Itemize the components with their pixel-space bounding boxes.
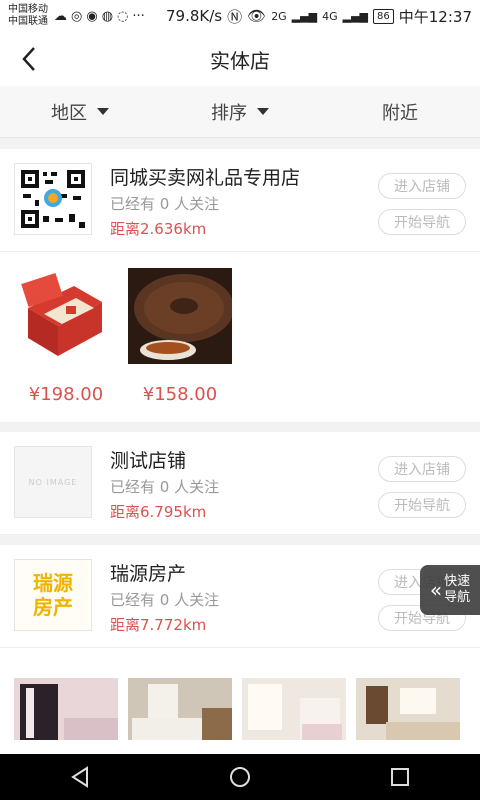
quick-nav-button[interactable]: « 快速 导航 [420,565,480,615]
store-card: 瑞源 房产 瑞源房产 已经有 0 人关注 距离7.772km 进入店铺 开始导航 [0,545,480,758]
page-title: 实体店 [210,48,270,73]
product-image-gift-box [14,268,118,364]
net-speed: 79.8K/s [166,7,223,25]
qq-icon: ◍ [101,8,114,24]
carrier-2: 中国联通 [8,16,48,27]
quick-nav-label-1: 快速 [444,574,471,589]
product-price: ¥198.00 [28,384,104,405]
filter-region[interactable]: 地区 [0,86,160,137]
store-distance: 距离6.795km [110,503,207,521]
filter-bar: 地区 排序 附近 [0,86,480,138]
product-item[interactable]: ¥158.00 [128,268,232,405]
double-chevron-left-icon: « [429,578,443,602]
network-2g: 2G [271,9,287,23]
store-name[interactable]: 瑞源房产 [110,559,186,586]
filter-sort-label: 排序 [211,102,247,124]
store-follow-count: 已经有 0 人关注 [110,591,220,609]
weather-icon: ☁ [54,8,67,24]
header: 实体店 [0,32,480,86]
system-nav-bar [0,754,480,800]
carrier-info: 中国移动 中国联通 [8,4,48,28]
store-card: 同城买卖网礼品专用店 已经有 0 人关注 距离2.636km 进入店铺 开始导航 [0,149,480,422]
battery-level: 86 [373,8,394,24]
product-price: ¥158.00 [142,384,218,405]
back-button[interactable] [18,44,42,74]
qr-code-image [17,166,89,232]
ruiyuan-logo-text: 瑞源 房产 [33,571,73,619]
signal-icon-2: ▂▄▆ [342,9,369,23]
no-image-label: NO IMAGE [28,477,78,487]
store-distance: 距离7.772km [110,616,207,634]
status-bar: 中国移动 中国联通 ☁ ◎ ◉ ◍ ◌ ··· 79.8K/s Ⓝ 👁 2G ▂… [0,0,480,32]
signal-icon: ▂▄▆ [291,9,318,23]
house-photo[interactable] [128,678,232,740]
store-logo-qrcode[interactable] [14,163,92,235]
start-navigation-button[interactable]: 开始导航 [378,492,466,518]
clock: 中午12:37 [398,7,472,26]
product-row: ¥198.00 ¥158.00 [0,252,480,422]
store-follow-count: 已经有 0 人关注 [110,195,220,213]
product-image-tea-cake [128,268,232,364]
product-item[interactable]: ¥198.00 [14,268,118,405]
store-follow-count: 已经有 0 人关注 [110,478,220,496]
start-navigation-button[interactable]: 开始导航 [378,209,466,235]
notification-icons: ☁ ◎ ◉ ◍ ◌ ··· [54,9,145,24]
square-recents-icon [391,768,409,786]
wechat-icon: ◎ [71,8,83,24]
store-card: NO IMAGE 测试店铺 已经有 0 人关注 距离6.795km 进入店铺 开… [0,432,480,535]
triangle-back-icon [71,766,88,788]
house-photo[interactable] [14,678,118,740]
more-icon: ··· [132,8,145,24]
filter-sort[interactable]: 排序 [160,86,320,137]
house-photo[interactable] [356,678,460,740]
weibo-icon: ◌ [117,8,129,24]
nav-back-button[interactable] [50,757,110,797]
nav-recents-button[interactable] [370,757,430,797]
filter-nearby-label: 附近 [382,102,418,124]
caret-down-icon [257,108,269,115]
store-distance: 距离2.636km [110,220,207,238]
enter-store-button[interactable]: 进入店铺 [378,456,466,482]
chevron-left-icon [22,47,35,71]
store-name[interactable]: 同城买卖网礼品专用店 [110,163,300,190]
nav-home-button[interactable] [210,757,270,797]
app-icon: ◉ [86,8,98,24]
store-list: 同城买卖网礼品专用店 已经有 0 人关注 距离2.636km 进入店铺 开始导航 [0,149,480,768]
carrier-1: 中国移动 [8,4,48,15]
enter-store-button[interactable]: 进入店铺 [378,173,466,199]
circle-home-icon [230,767,250,787]
quick-nav-label-2: 导航 [444,590,471,605]
network-4g: 4G [322,9,338,23]
store-name[interactable]: 测试店铺 [110,446,186,473]
nfc-icon: Ⓝ [227,7,243,26]
filter-region-label: 地区 [51,102,87,124]
store-logo-placeholder[interactable]: NO IMAGE [14,446,92,518]
filter-nearby[interactable]: 附近 [320,86,480,137]
house-photo-row [0,648,480,758]
eye-icon: 👁 [247,7,267,25]
store-logo-ruiyuan[interactable]: 瑞源 房产 [14,559,92,631]
caret-down-icon [97,108,109,115]
house-photo[interactable] [242,678,346,740]
